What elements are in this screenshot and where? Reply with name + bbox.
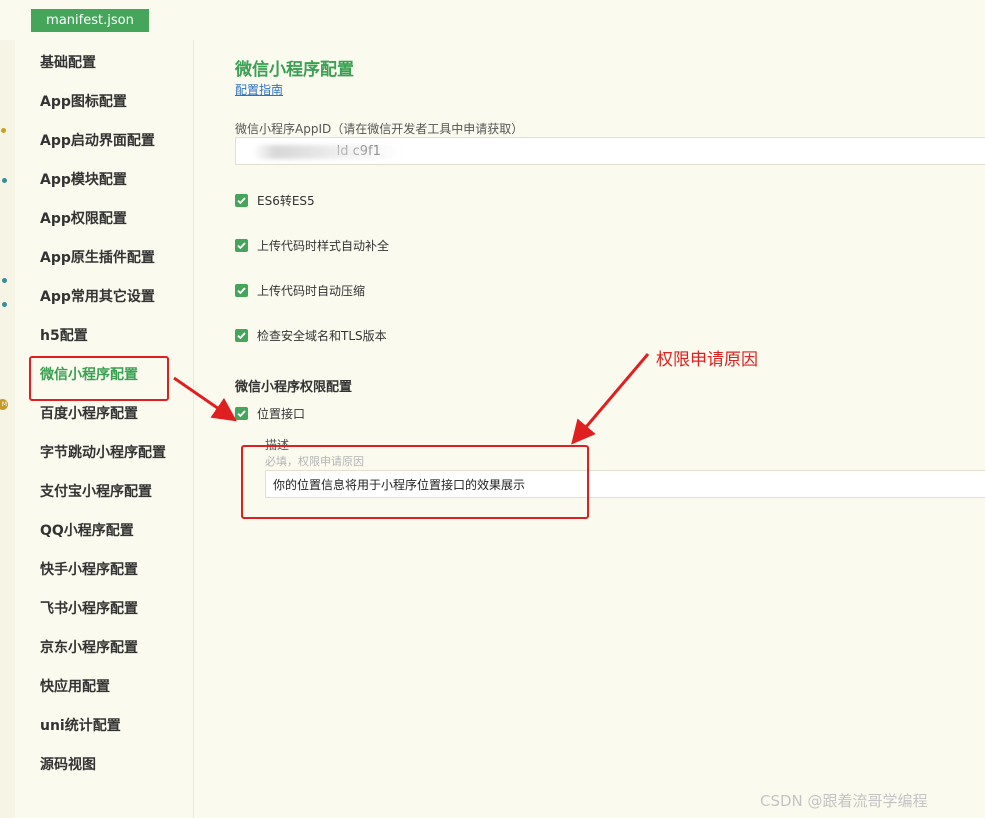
annotation-arrows — [173, 353, 650, 445]
watermark: CSDN @跟着流哥学编程 — [760, 792, 928, 810]
arrow-icon — [173, 376, 237, 422]
arrow-icon — [571, 353, 650, 445]
